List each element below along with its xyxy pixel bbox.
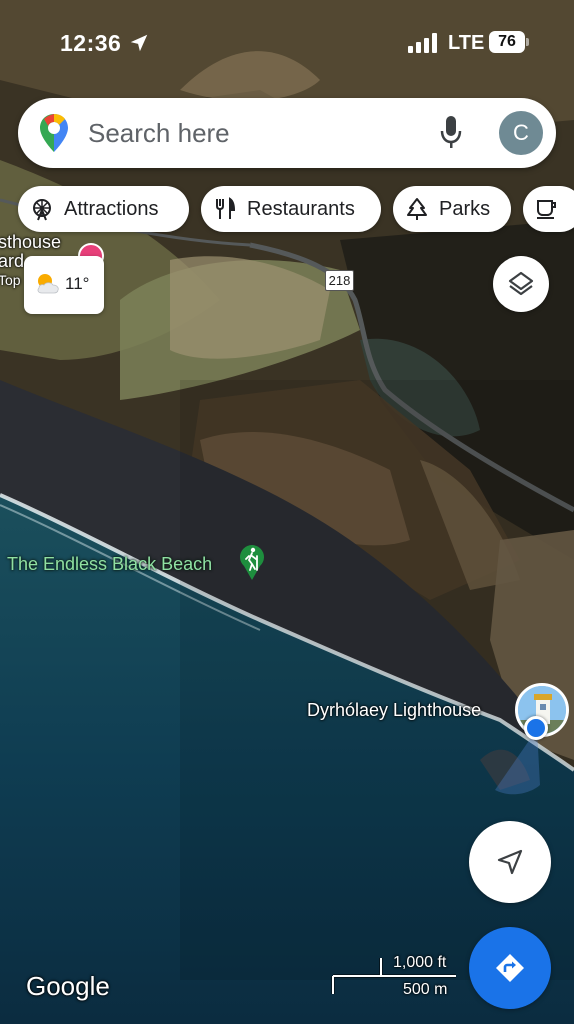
road-number-shield: 218 <box>325 270 354 291</box>
navigation-arrow-icon <box>497 849 523 875</box>
weather-temperature: 11° <box>65 274 90 293</box>
tree-icon <box>407 198 427 220</box>
chip-label: Restaurants <box>247 197 355 220</box>
location-arrow-icon <box>130 34 148 52</box>
chip-restaurants[interactable]: Restaurants <box>201 186 381 232</box>
chip-coffee[interactable] <box>523 186 574 232</box>
directions-icon <box>496 954 524 982</box>
search-input[interactable] <box>88 114 418 152</box>
coffee-cup-icon <box>537 200 556 219</box>
scale-bar: 1,000 ft 500 m <box>330 952 460 1002</box>
lighthouse-label[interactable]: Dyrhólaey Lighthouse <box>307 700 481 721</box>
chip-label: Attractions <box>64 197 159 220</box>
layers-icon <box>508 271 534 296</box>
recenter-button[interactable] <box>469 821 551 903</box>
beach-label[interactable]: The Endless Black Beach <box>7 554 212 575</box>
status-bar: 12:36 LTE 76 <box>0 0 574 88</box>
scale-imperial: 1,000 ft <box>393 954 447 971</box>
chip-parks[interactable]: Parks <box>393 186 511 232</box>
hiking-icon[interactable] <box>238 544 266 580</box>
microphone-icon[interactable] <box>440 116 462 150</box>
google-maps-logo-icon <box>40 114 68 152</box>
directions-button[interactable] <box>469 927 551 1009</box>
network-type: LTE <box>448 32 485 54</box>
account-avatar[interactable]: C <box>499 111 543 155</box>
fork-knife-icon <box>216 197 236 219</box>
ferris-wheel-icon <box>33 199 51 221</box>
status-time: 12:36 <box>60 30 122 56</box>
search-bar[interactable]: C <box>18 98 556 168</box>
weather-widget[interactable]: 11° <box>24 256 104 314</box>
chip-attractions[interactable]: Attractions <box>18 186 189 232</box>
partly-cloudy-icon <box>37 274 59 294</box>
google-logo: Google <box>26 971 110 1001</box>
poi-partial-line1: sthouse <box>0 232 62 252</box>
maps-screen: 12:36 LTE 76 C <box>0 0 574 1024</box>
battery-icon: 76 <box>489 31 529 53</box>
chip-label: Parks <box>439 197 491 220</box>
current-location-dot <box>524 716 548 740</box>
signal-strength-icon <box>408 33 437 53</box>
layers-button[interactable] <box>493 256 549 312</box>
scale-metric: 500 m <box>403 981 448 998</box>
